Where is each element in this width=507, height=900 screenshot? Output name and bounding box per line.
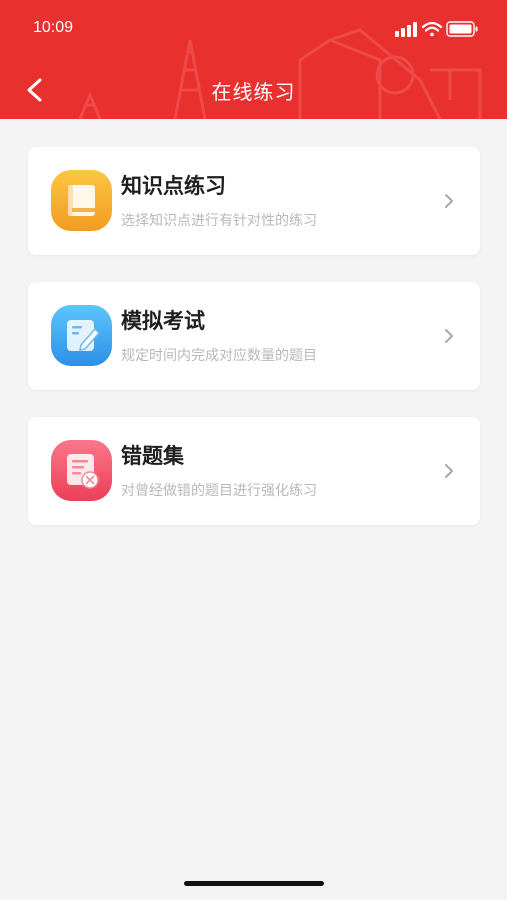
menu-item-title: 知识点练习 bbox=[121, 174, 226, 198]
home-indicator[interactable] bbox=[184, 881, 324, 886]
signal-icon bbox=[395, 22, 417, 37]
menu-item-subtitle: 对曾经做错的题目进行强化练习 bbox=[121, 483, 317, 499]
menu-item-subtitle: 选择知识点进行有针对性的练习 bbox=[121, 213, 317, 229]
chevron-right-icon bbox=[445, 194, 453, 208]
chevron-right-icon bbox=[445, 329, 453, 343]
battery-icon bbox=[446, 21, 478, 37]
nav-header: 10:09 在线练习 bbox=[0, 0, 507, 119]
status-time: 10:09 bbox=[33, 19, 74, 36]
menu-item-wrong-questions[interactable]: 错题集 对曾经做错的题目进行强化练习 bbox=[28, 417, 480, 525]
wrong-answer-icon bbox=[51, 440, 112, 501]
page-title: 在线练习 bbox=[211, 80, 296, 104]
chevron-right-icon bbox=[445, 464, 453, 478]
menu-item-title: 模拟考试 bbox=[121, 309, 205, 333]
menu-item-title: 错题集 bbox=[121, 444, 184, 468]
status-icons bbox=[395, 21, 478, 37]
wifi-icon bbox=[421, 21, 443, 37]
book-icon bbox=[51, 170, 112, 231]
menu-item-subtitle: 规定时间内完成对应数量的题目 bbox=[121, 348, 317, 364]
menu-item-mock-exam[interactable]: 模拟考试 规定时间内完成对应数量的题目 bbox=[28, 282, 480, 390]
exam-pencil-icon bbox=[51, 305, 112, 366]
menu-item-knowledge-practice[interactable]: 知识点练习 选择知识点进行有针对性的练习 bbox=[28, 147, 480, 255]
